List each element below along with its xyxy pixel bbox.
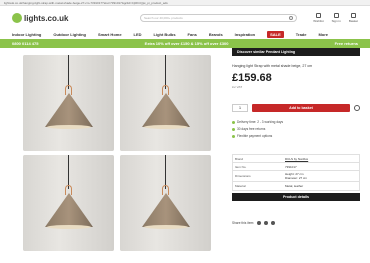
site-logo[interactable]: lights.co.uk — [12, 13, 82, 23]
vat-note: inc VAT — [232, 85, 243, 89]
lamp-strap — [162, 185, 169, 195]
basket-icon — [350, 13, 356, 18]
usp-item: Delivery time: 2 - 3 working days — [232, 120, 360, 124]
spec-row: Brand DCLS by Nordlux — [233, 155, 359, 163]
product-price: £159.68 — [232, 72, 272, 84]
check-icon — [232, 120, 235, 124]
nav-item-brands[interactable]: Brands — [209, 32, 223, 37]
nav-item-more[interactable]: More — [318, 32, 328, 37]
nav-item-sale[interactable]: SALE — [267, 31, 284, 38]
usp-payment: Flexible payment options — [237, 134, 273, 138]
product-title: Hanging light Strap with metal shade bei… — [232, 64, 313, 68]
nav-item-trade[interactable]: Trade — [296, 32, 307, 37]
spec-row: Dimensions Height: 27 cm Diameter: 27 cm — [233, 171, 359, 182]
product-image-3[interactable] — [23, 155, 114, 251]
basket-label: Basket — [348, 19, 358, 23]
lamp-cord — [165, 55, 166, 89]
lamp-cord — [165, 155, 166, 189]
lamp-strap — [65, 185, 72, 195]
account-icon — [333, 13, 339, 18]
lamp-rim — [144, 225, 188, 229]
promo-phone[interactable]: 0800 0114 475 — [12, 41, 38, 46]
nav-item-smart-home[interactable]: Smart Home — [98, 32, 122, 37]
pinterest-icon[interactable] — [264, 221, 269, 225]
lamp-cord — [68, 155, 69, 189]
account-label: Sign in — [331, 19, 341, 23]
spec-key: Material — [235, 184, 246, 188]
lamp-cord — [68, 55, 69, 89]
lamp-strap — [162, 85, 169, 95]
nav-item-outdoor[interactable]: Outdoor Lighting — [53, 32, 86, 37]
site-header: lights.co.uk Search our 40,000+ products… — [0, 6, 370, 30]
wishlist-label: Wishlist — [313, 19, 324, 23]
product-image-2[interactable] — [120, 55, 211, 151]
product-image-1[interactable] — [23, 55, 114, 151]
lamp-strap — [65, 85, 72, 95]
promo-offer[interactable]: Extra 10% off over £150 & 15% off over £… — [38, 41, 334, 46]
discover-similar-button[interactable]: Discover similar Pendant Lighting — [232, 48, 360, 56]
quantity-select[interactable]: 1 — [232, 104, 248, 112]
url-text: lightsuk.co.uk/hanging-light-strap-with-… — [4, 0, 168, 5]
spec-value: Height: 27 cm Diameter: 27 cm — [285, 172, 308, 180]
share-label: Share this item: — [232, 221, 255, 225]
product-panel: Discover similar Pendant Lighting Hangin… — [232, 48, 360, 225]
product-image-4[interactable] — [120, 155, 211, 251]
spec-value: Metal, leather — [285, 184, 304, 188]
search-placeholder: Search our 40,000+ products — [144, 16, 183, 20]
promo-returns: Free returns — [334, 41, 358, 46]
brand-link[interactable]: DCLS by Nordlux — [283, 156, 359, 162]
search-input[interactable]: Search our 40,000+ products — [140, 14, 298, 22]
main-nav: Indoor Lighting Outdoor Lighting Smart H… — [0, 30, 370, 39]
usp-delivery: Delivery time: 2 - 3 working days — [237, 120, 284, 124]
spec-value: 7391017 — [285, 164, 297, 169]
spec-key: Dimensions — [235, 174, 251, 178]
product-page: Discover similar Pendant Lighting Hangin… — [0, 48, 370, 253]
spec-key: Item No. — [235, 164, 247, 169]
usp-item: Flexible payment options — [232, 134, 360, 138]
usp-returns: 30 days free returns — [237, 127, 266, 131]
email-icon[interactable] — [271, 221, 276, 225]
wishlist-button[interactable]: Wishlist — [313, 13, 324, 23]
check-icon — [232, 134, 235, 138]
nav-item-light-bulbs[interactable]: Light Bulbs — [154, 32, 176, 37]
facebook-icon[interactable] — [257, 221, 262, 225]
nav-item-fans[interactable]: Fans — [188, 32, 197, 37]
wishlist-icon — [315, 13, 321, 18]
usp-list: Delivery time: 2 - 3 working days 30 day… — [232, 120, 360, 138]
nav-item-inspiration[interactable]: Inspiration — [235, 32, 255, 37]
product-details-button[interactable]: Product details — [232, 193, 360, 201]
promo-banner: 0800 0114 475 Extra 10% off over £150 & … — [0, 39, 370, 48]
spec-key: Brand — [235, 156, 244, 161]
add-to-basket-button[interactable]: Add to basket — [252, 104, 350, 112]
logo-text: lights.co.uk — [24, 13, 69, 23]
lamp-rim — [47, 225, 91, 229]
buy-row: 1 Add to basket — [232, 104, 360, 112]
spec-row: Material Metal, leather — [233, 182, 359, 190]
check-icon — [232, 127, 235, 131]
account-button[interactable]: Sign in — [332, 13, 341, 23]
wishlist-heart-icon[interactable] — [354, 105, 360, 111]
header-actions: Wishlist Sign in Basket — [313, 13, 358, 23]
basket-button[interactable]: Basket — [349, 13, 358, 23]
share-row: Share this item: — [232, 221, 360, 225]
nav-item-indoor[interactable]: Indoor Lighting — [12, 32, 41, 37]
spec-table: Brand DCLS by Nordlux Item No. 7391017 Dim… — [232, 154, 360, 191]
logo-mark-icon — [12, 13, 22, 23]
lamp-rim — [144, 125, 188, 129]
search-icon[interactable] — [289, 16, 294, 20]
usp-item: 30 days free returns — [232, 127, 360, 131]
spec-row: Item No. 7391017 — [233, 163, 359, 171]
lamp-rim — [47, 125, 91, 129]
nav-item-led[interactable]: LED — [134, 32, 142, 37]
